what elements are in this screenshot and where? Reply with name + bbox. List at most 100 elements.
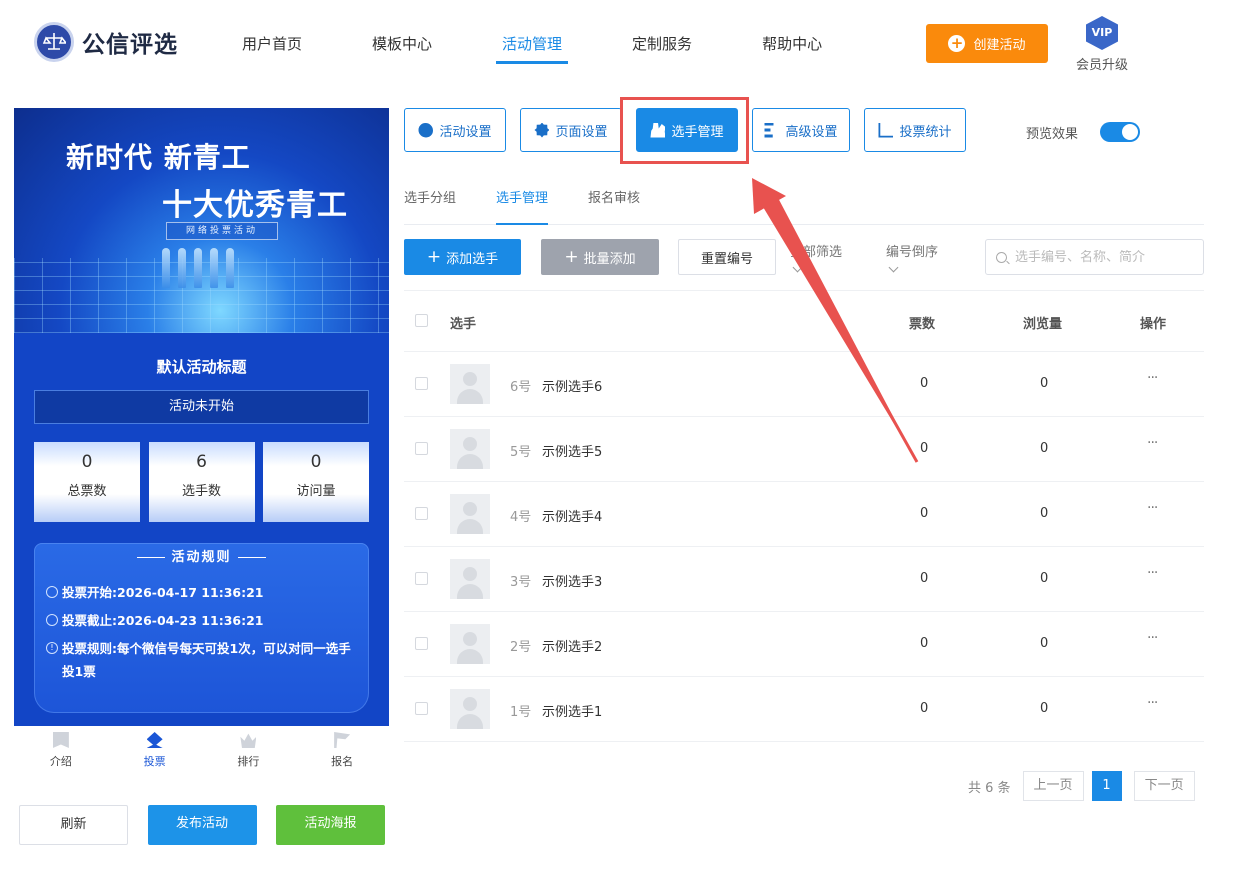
row-checkbox[interactable] (415, 702, 428, 715)
stat-label: 总票数 (67, 484, 107, 499)
tab-vote-statistics[interactable]: 投票统计 (864, 108, 966, 152)
chevron-down-icon (792, 262, 803, 273)
player-votes: 0 (920, 506, 929, 521)
filter-dropdown[interactable]: 全部筛选 (790, 241, 842, 273)
player-name: 示例选手2 (542, 640, 603, 655)
gear-icon (534, 122, 550, 138)
tabbar-label: 投票 (143, 755, 166, 768)
nav-home[interactable]: 用户首页 (242, 34, 302, 64)
preview-tabbar: 介绍 投票 排行 报名 (14, 726, 389, 776)
vip-upgrade-label: 会员升级 (1075, 58, 1128, 73)
row-checkbox[interactable] (415, 442, 428, 455)
vip-upgrade[interactable]: VIP 会员升级 (1072, 16, 1132, 73)
player-votes: 0 (920, 701, 929, 716)
batch-add-button[interactable]: + 批量添加 (541, 239, 659, 275)
table-header: 选手 票数 浏览量 操作 (404, 290, 1204, 352)
subtab-player-management[interactable]: 选手管理 (496, 172, 549, 225)
preview-actions: 刷新 发布活动 活动海报 (19, 805, 385, 845)
stat-visits: 0 访问量 (263, 442, 369, 522)
tabbar-vote[interactable]: 投票 (108, 726, 202, 776)
order-dropdown[interactable]: 编号倒序 (886, 241, 938, 273)
nav-activity-manage[interactable]: 活动管理 (496, 34, 569, 64)
column-player: 选手 (450, 317, 477, 332)
search-icon (996, 251, 1007, 263)
avatar (450, 429, 490, 469)
batch-add-label: 批量添加 (583, 251, 636, 267)
more-actions-icon[interactable]: ··· (1147, 370, 1158, 386)
preview-switch[interactable] (1100, 122, 1141, 142)
stat-value: 0 (310, 452, 322, 472)
publish-activity-button[interactable]: 发布活动 (147, 805, 257, 845)
refresh-button[interactable]: 刷新 (19, 805, 128, 845)
player-name: 示例选手1 (542, 705, 603, 720)
tabbar-intro[interactable]: 介绍 (14, 726, 108, 776)
tab-advanced-settings[interactable]: 高级设置 (752, 108, 850, 152)
rule-value: 2026-04-17 11:36:21 (117, 585, 264, 600)
flag-icon (334, 732, 351, 748)
chevron-down-icon (888, 262, 899, 273)
preview-toggle: 预览效果 (1026, 122, 1141, 142)
stat-label: 选手数 (181, 484, 221, 499)
next-page-button[interactable]: 下一页 (1133, 771, 1195, 801)
tabbar-signup[interactable]: 报名 (295, 726, 389, 776)
row-checkbox[interactable] (415, 507, 428, 520)
table-row: 2号 示例选手2 0 0 ··· (404, 612, 1204, 677)
plus-icon: + (564, 246, 579, 267)
player-views: 0 (1040, 506, 1049, 521)
reset-number-button[interactable]: 重置编号 (678, 239, 776, 275)
more-actions-icon[interactable]: ··· (1147, 435, 1158, 451)
stat-players: 6 选手数 (148, 442, 255, 522)
brand-logo[interactable]: 公信评选 (34, 22, 178, 62)
more-actions-icon[interactable]: ··· (1147, 500, 1158, 516)
player-number: 3号 (510, 575, 532, 590)
annotation-highlight-box (620, 97, 749, 164)
select-all-checkbox[interactable] (415, 314, 428, 327)
more-actions-icon[interactable]: ··· (1147, 695, 1158, 711)
clock-icon (46, 614, 58, 626)
page-number-current[interactable]: 1 (1091, 771, 1122, 801)
subtab-signup-review[interactable]: 报名审核 (588, 172, 640, 224)
star-icon (418, 122, 434, 138)
nav-help[interactable]: 帮助中心 (762, 34, 822, 64)
player-toolbar: + 添加选手 + 批量添加 重置编号 全部筛选 编号倒序 (404, 239, 1204, 275)
player-votes: 0 (920, 571, 929, 586)
activity-banner: 新时代 新青工 十大优秀青工 网络投票活动 (14, 108, 389, 333)
more-actions-icon[interactable]: ··· (1147, 565, 1158, 581)
create-activity-label: 创建活动 (973, 38, 1026, 53)
nav-templates[interactable]: 模板中心 (372, 34, 432, 64)
player-views: 0 (1040, 441, 1049, 456)
top-header: 公信评选 用户首页 模板中心 活动管理 定制服务 帮助中心 + 创建活动 VIP… (0, 0, 1250, 90)
prev-page-button[interactable]: 上一页 (1022, 771, 1084, 801)
rule-vote-policy: ! 投票规则:每个微信号每天可投1次，可以对同一选手投1票 (46, 637, 361, 683)
row-checkbox[interactable] (415, 377, 428, 390)
avatar (450, 364, 490, 404)
row-checkbox[interactable] (415, 637, 428, 650)
stat-value: 6 (196, 452, 207, 472)
table-row: 4号 示例选手4 0 0 ··· (404, 482, 1204, 547)
avatar (450, 689, 490, 729)
add-player-button[interactable]: + 添加选手 (404, 239, 521, 275)
config-tab-label: 页面设置 (555, 124, 608, 140)
player-votes: 0 (920, 376, 929, 391)
more-actions-icon[interactable]: ··· (1147, 630, 1158, 646)
info-icon: ! (46, 642, 58, 654)
player-number: 6号 (510, 380, 532, 395)
rule-label: 投票截止: (62, 613, 117, 628)
tabbar-rank[interactable]: 排行 (202, 726, 296, 776)
stat-total-votes: 0 总票数 (34, 442, 140, 522)
create-activity-button[interactable]: + 创建活动 (926, 24, 1048, 63)
tab-activity-settings[interactable]: 活动设置 (404, 108, 506, 152)
row-checkbox[interactable] (415, 572, 428, 585)
pagination-total: 共 6 条 (968, 780, 1011, 796)
nav-custom-service[interactable]: 定制服务 (632, 34, 692, 64)
tabbar-label: 报名 (331, 755, 354, 768)
tab-page-settings[interactable]: 页面设置 (520, 108, 622, 152)
advanced-settings-icon (764, 122, 774, 138)
subtab-player-groups[interactable]: 选手分组 (404, 172, 456, 224)
activity-poster-button[interactable]: 活动海报 (276, 805, 385, 845)
table-row: 6号 示例选手6 0 0 ··· (404, 352, 1204, 417)
rules-heading: 活动规则 (34, 546, 369, 565)
player-views: 0 (1040, 636, 1049, 651)
player-number: 2号 (510, 640, 532, 655)
search-input[interactable] (1015, 249, 1195, 265)
